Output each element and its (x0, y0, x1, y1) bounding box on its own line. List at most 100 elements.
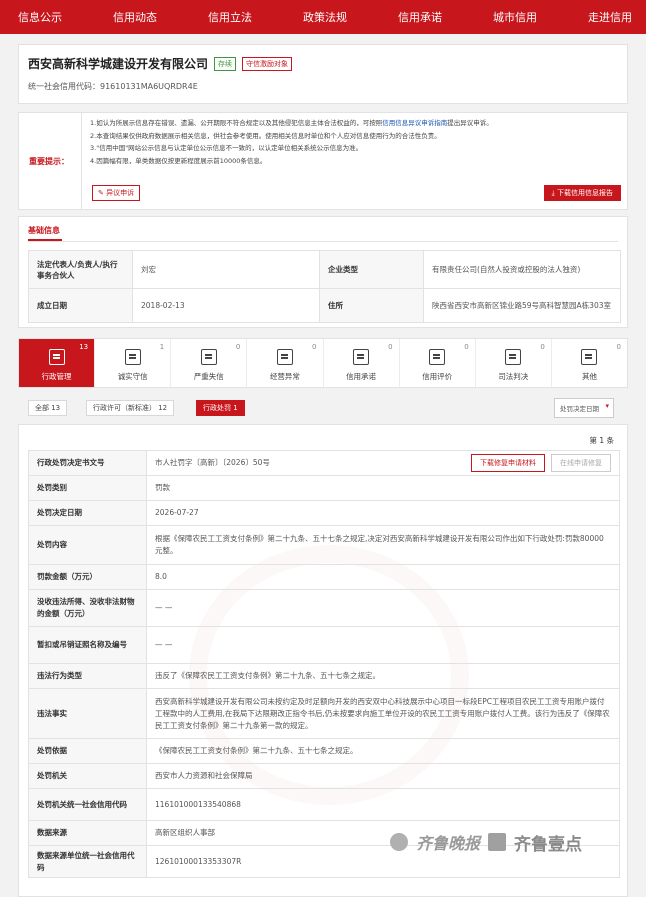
address-value: 陕西省西安市高新区锦业路59号高科智慧园A栋303室 (423, 288, 621, 323)
row-value: 罚款 (146, 475, 620, 501)
row-label: 数据来源单位统一社会信用代码 (28, 845, 147, 878)
notice-line-1-tail: 提出异议申诉。 (447, 119, 493, 127)
nav-item-about-credit[interactable]: 走进信用 (588, 9, 632, 25)
sort-select[interactable]: 处罚决定日期 ▾ (554, 398, 614, 418)
nav-item-policies[interactable]: 政策法规 (303, 9, 347, 25)
row-value: 2026-07-27 (146, 500, 620, 526)
filter-row: 全部 13 行政许可（新标准） 12 行政处罚 1 处罚决定日期 ▾ (18, 396, 628, 418)
objection-guide-link[interactable]: 信用信息异议申诉指南 (382, 119, 447, 127)
download-report-button[interactable]: ⤓ 下载信用信息报告 (543, 185, 621, 201)
repair-actions: 下载修复申请材料 在线申请修复 (471, 454, 611, 472)
tab-count: 0 (235, 343, 241, 351)
footer-logos: 齐鲁晚报 齐鲁壹点 (390, 830, 640, 855)
nav-item-info-disclosure[interactable]: 信息公示 (18, 9, 62, 25)
download-repair-material-button[interactable]: 下载修复申请材料 (471, 454, 545, 472)
filter-admin-penalty[interactable]: 行政处罚 1 (196, 400, 245, 416)
online-repair-button[interactable]: 在线申请修复 (551, 454, 611, 472)
table-row: 暂扣或吊销证照名称及编号 — — (28, 626, 620, 664)
nav-item-credit-news[interactable]: 信用动态 (113, 9, 157, 25)
legal-rep-value: 刘宏 (132, 250, 320, 289)
row-value: 根据《保障农民工工资支付条例》第二十九条、五十七条之规定,决定对西安高新科学城建… (146, 525, 620, 565)
company-title-row: 西安高新科学城建设开发有限公司 存续 守信激励对象 (28, 55, 618, 72)
table-row: 处罚机关统一社会信用代码 116101000133540868 (28, 788, 620, 821)
tab-label: 司法判决 (498, 372, 529, 381)
objection-button[interactable]: ✎ 异议申诉 (92, 185, 141, 201)
notice-line-1: 1.如认为所展示信息存在错误、遗漏、公开期限不符合规定以及其他侵犯信息主体合法权… (90, 117, 619, 130)
notice-line-1-text: 1.如认为所展示信息存在错误、遗漏、公开期限不符合规定以及其他侵犯信息主体合法权… (90, 119, 383, 127)
tab-count: 0 (388, 343, 393, 351)
tab-credit-evaluation[interactable]: 0 信用评价 (400, 339, 476, 387)
tab-label: 经营异常 (269, 372, 300, 381)
table-row: 处罚机关 西安市人力资源和社会保障局 (28, 763, 620, 789)
tab-basic-info[interactable]: 基础信息 (28, 217, 618, 241)
tab-label: 信用评价 (422, 372, 453, 381)
row-label: 违法行为类型 (28, 663, 147, 689)
penalty-detail: 第 1 条 行政处罚决定书文号 市人社罚字〔高新〕〔2026〕50号 下载修复申… (18, 424, 628, 897)
row-value: — — (146, 589, 620, 627)
company-name: 西安高新科学城建设开发有限公司 (28, 57, 209, 71)
nav-item-city-credit[interactable]: 城市信用 (493, 9, 537, 25)
basic-info-table: 法定代表人/负责人/执行事务合伙人 刘宏 企业类型 有限责任公司(自然人投资或控… (28, 250, 621, 323)
table-row: 处罚决定日期 2026-07-27 (28, 500, 620, 526)
alarm-bell-icon (276, 349, 293, 365)
row-value: — — (146, 626, 620, 664)
caret-down-icon: ▾ (605, 402, 609, 410)
tab-label: 行政管理 (41, 372, 72, 381)
section-divider (28, 241, 618, 242)
other-doc-icon (581, 349, 598, 365)
row-label: 处罚内容 (28, 525, 147, 565)
qilu-yidian-logo: 齐鲁壹点 (514, 834, 583, 855)
decision-number-row: 市人社罚字〔高新〕〔2026〕50号 下载修复申请材料 在线申请修复 (155, 454, 611, 472)
penalty-detail-table: 行政处罚决定书文号 市人社罚字〔高新〕〔2026〕50号 下载修复申请材料 在线… (28, 450, 620, 878)
top-nav: 信息公示 信用动态 信用立法 政策法规 信用承诺 城市信用 走进信用 (0, 0, 646, 34)
notice-line-2: 2.本查询结果仅供政府数据展示相关信息，供社会参考使用。使用相关信息时单位和个人… (90, 131, 441, 140)
nav-item-credit-promise[interactable]: 信用承诺 (398, 9, 442, 25)
tab-count: 1 (159, 343, 165, 351)
tab-label: 信用承诺 (346, 372, 377, 381)
table-row: 违法事实 西安高新科学城建设开发有限公司未按约定及时足额向开发的西安双中心科技展… (28, 688, 620, 739)
address-label: 住所 (319, 288, 424, 323)
row-label: 罚款金额（万元） (28, 564, 147, 590)
row-label: 暂扣或吊销证照名称及编号 (28, 626, 147, 664)
table-row: 处罚依据 《保障农民工工资支付条例》第二十九条、五十七条之规定。 (28, 738, 620, 764)
tab-business-abnormal[interactable]: 0 经营异常 (247, 339, 324, 387)
nav-item-credit-legislation[interactable]: 信用立法 (208, 9, 252, 25)
tab-count: 0 (616, 343, 621, 351)
established-date-value: 2018-02-13 (132, 288, 320, 323)
credit-code: 统一社会信用代码：91610131MA6UQRDR4E (28, 82, 198, 91)
tab-credit-promise[interactable]: 0 信用承诺 (324, 339, 400, 387)
admin-doc-icon (48, 349, 65, 365)
edit-icon: ✎ (98, 189, 107, 197)
table-row: 没收违法所得、没收非法财物的金额（万元） — — (28, 589, 620, 627)
filter-admin-license[interactable]: 行政许可（新标准） 12 (86, 400, 175, 416)
evaluation-icon (429, 349, 446, 365)
important-notice: 重要提示： 1.如认为所展示信息存在错误、遗漏、公开期限不符合规定以及其他侵犯信… (18, 112, 628, 210)
category-tabs: 13 行政管理 1 诚实守信 0 严重失信 0 经营异常 0 信用承诺 0 信用… (18, 338, 628, 388)
row-value: 8.0 (146, 564, 620, 590)
tab-honesty[interactable]: 1 诚实守信 (95, 339, 172, 387)
row-value: 西安市人力资源和社会保障局 (146, 763, 620, 789)
record-index: 第 1 条 (589, 436, 614, 445)
tab-serious-dishonesty[interactable]: 0 严重失信 (171, 339, 248, 387)
legal-rep-label: 法定代表人/负责人/执行事务合伙人 (28, 250, 133, 289)
table-row: 违法行为类型 违反了《保障农民工工资支付条例》第二十九条、五十七条之规定。 (28, 663, 620, 689)
company-header: 西安高新科学城建设开发有限公司 存续 守信激励对象 统一社会信用代码：91610… (18, 44, 628, 104)
tab-admin-management[interactable]: 13 行政管理 (19, 339, 96, 387)
objection-button-label: 异议申诉 (106, 189, 135, 197)
qilu-evening-news-logo-icon (390, 833, 408, 851)
notice-line-4: 4.因篇幅有限，单类数据仅按更新程度展示前10000条信息。 (90, 156, 267, 165)
download-report-label: 下载信用信息报告 (557, 189, 613, 197)
tab-judicial-judgment[interactable]: 0 司法判决 (476, 339, 552, 387)
enterprise-type-label: 企业类型 (319, 250, 424, 289)
filter-all[interactable]: 全部 13 (28, 400, 68, 416)
tab-label: 诚实守信 (117, 372, 148, 381)
notice-body: 1.如认为所展示信息存在错误、遗漏、公开期限不符合规定以及其他侵犯信息主体合法权… (81, 113, 627, 209)
row-value: 116101000133540868 (146, 788, 620, 821)
row-label: 行政处罚决定书文号 (28, 450, 147, 476)
table-row: 罚款金额（万元） 8.0 (28, 564, 620, 590)
row-label: 违法事实 (28, 688, 147, 739)
row-value: 违反了《保障农民工工资支付条例》第二十九条、五十七条之规定。 (146, 663, 620, 689)
tab-other[interactable]: 0 其他 (552, 339, 627, 387)
notice-line-3: 3."信用中国"网站公示信息与认定单位公示信息不一致的，以认定单位相关系统公示信… (90, 144, 363, 152)
table-row: 处罚类别 罚款 (28, 475, 620, 501)
